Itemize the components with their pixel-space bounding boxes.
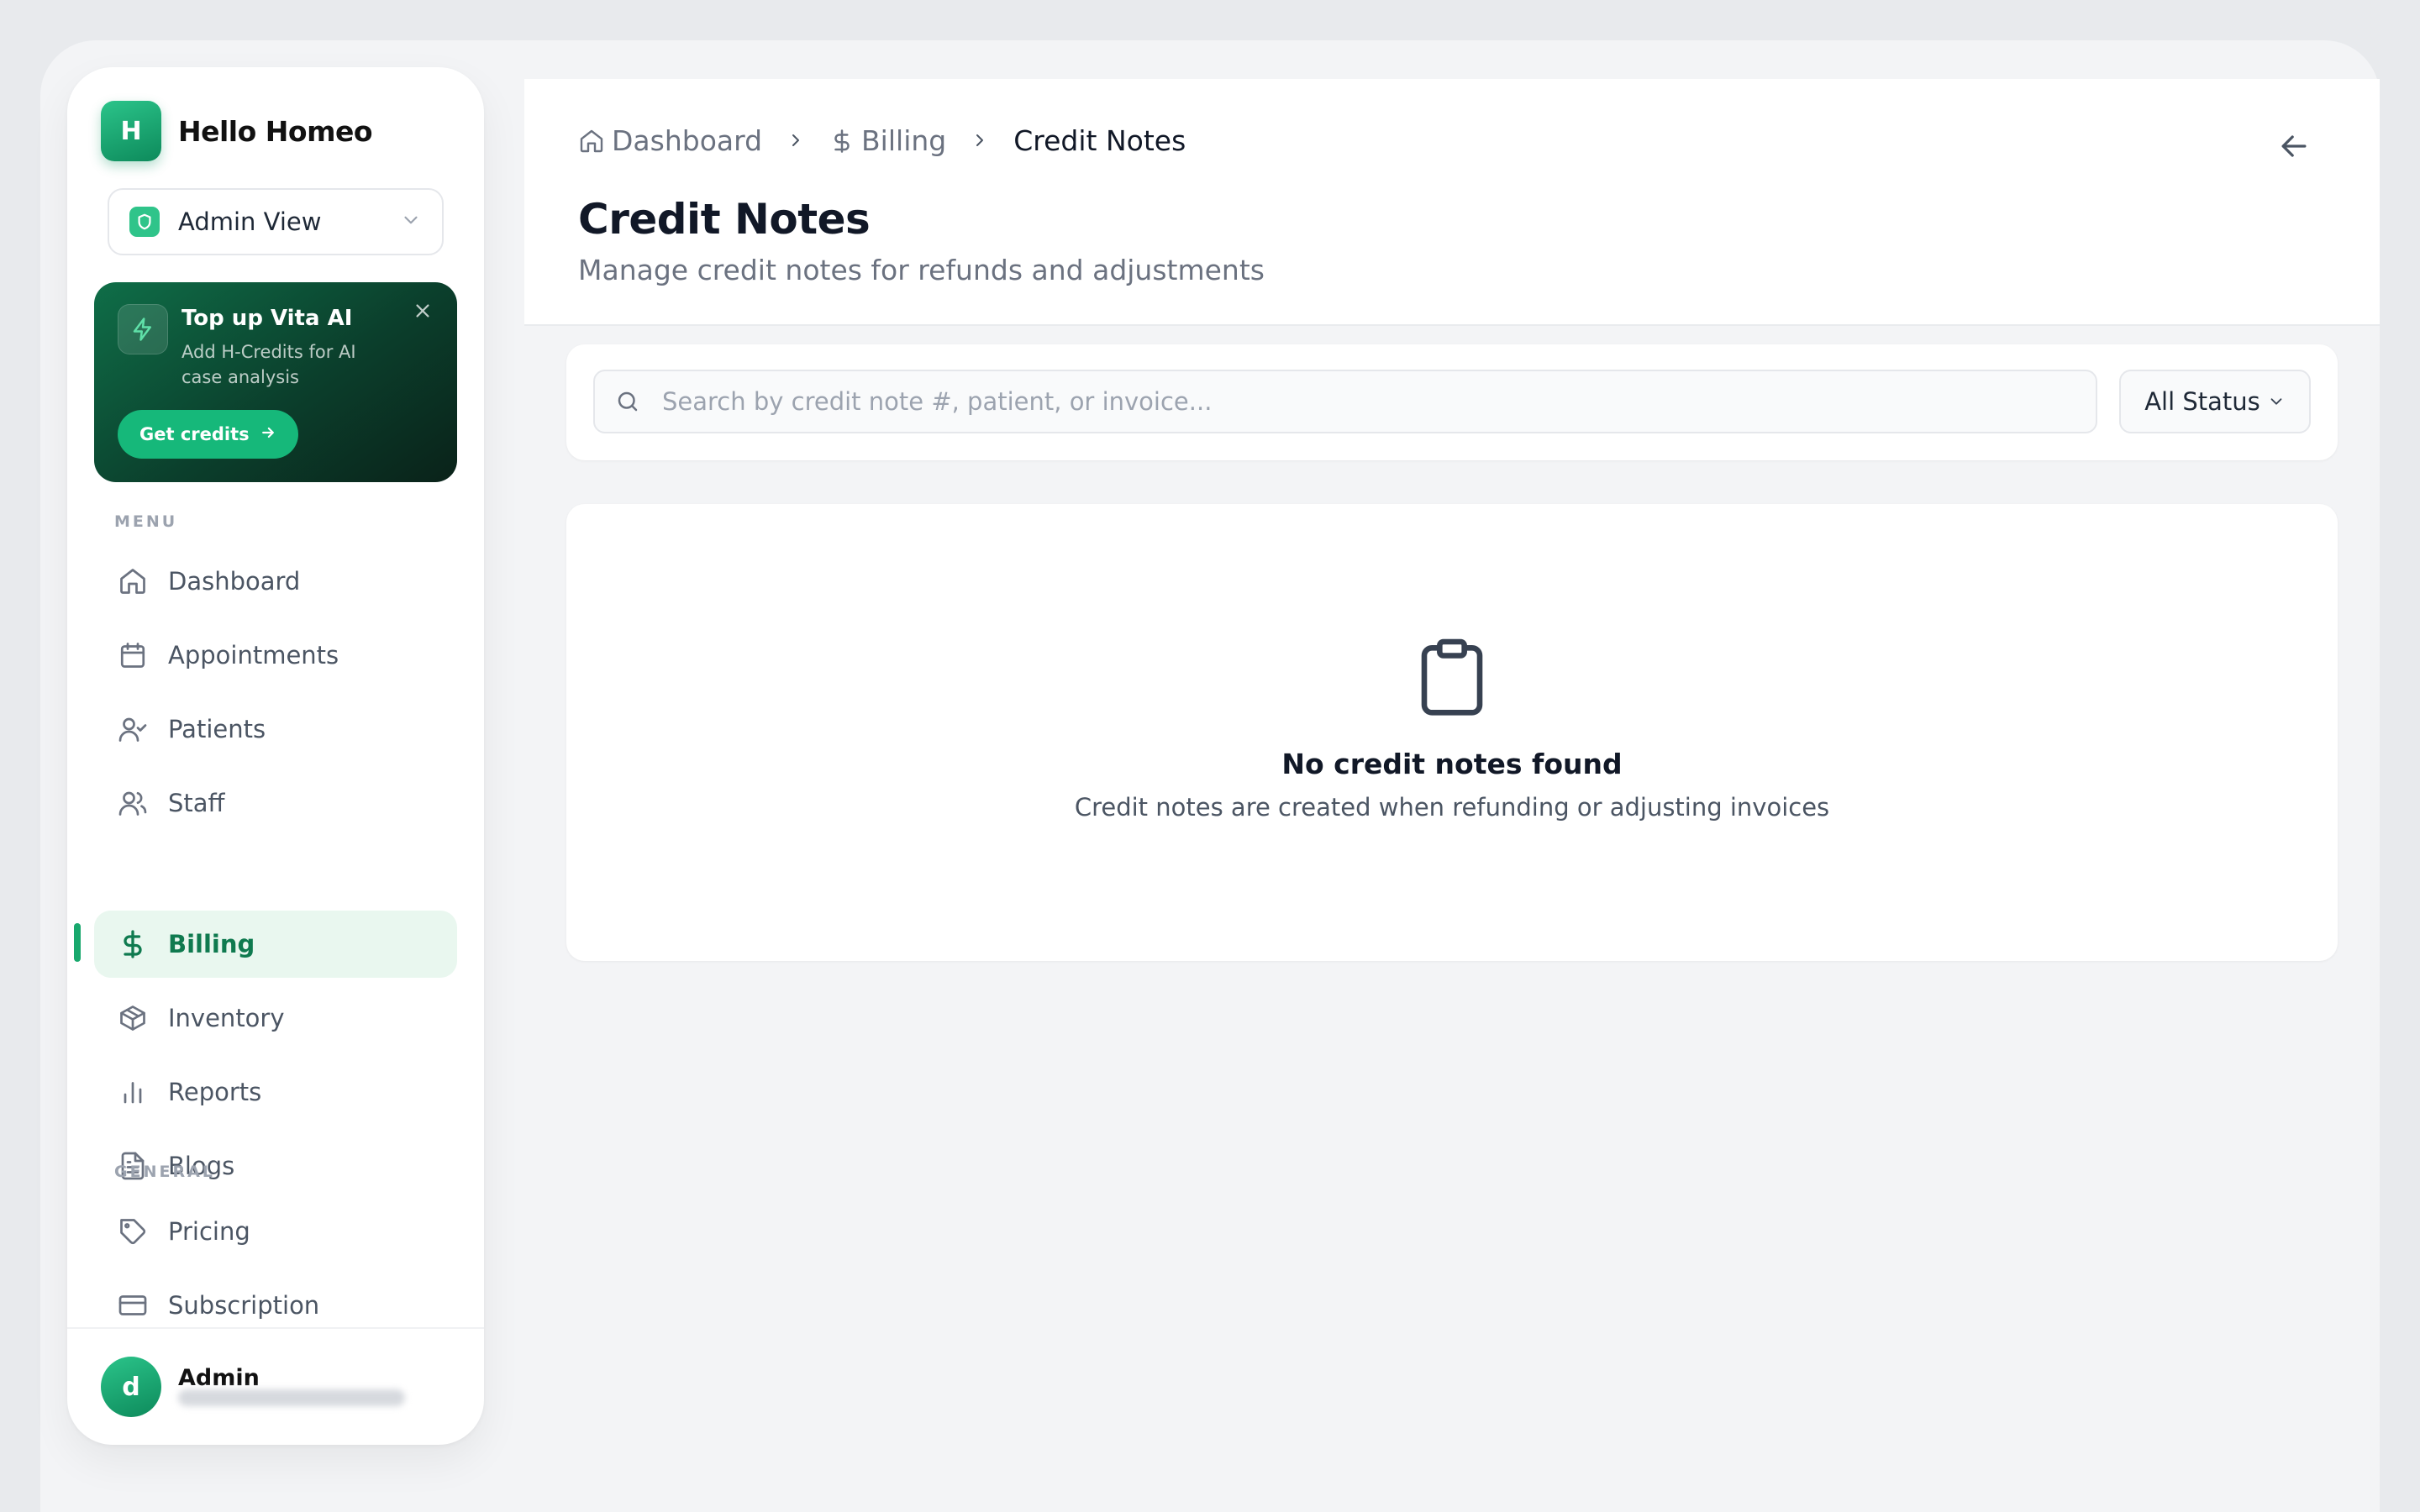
- arrow-left-icon: [2281, 135, 2307, 157]
- active-indicator: [74, 923, 81, 962]
- sidebar-item-label: Dashboard: [168, 567, 301, 596]
- clipboard-icon: [1421, 638, 1483, 716]
- sidebar-item-label: Reports: [168, 1078, 262, 1106]
- chevron-right-icon: [970, 124, 990, 157]
- chevron-down-icon: [400, 209, 422, 234]
- status-filter-select[interactable]: All Status: [2119, 370, 2311, 433]
- users-icon: [118, 791, 147, 816]
- breadcrumb-billing[interactable]: Billing: [829, 124, 946, 157]
- breadcrumb: Dashboard Billing Credit Notes: [578, 124, 1186, 157]
- status-filter-label: All Status: [2144, 387, 2260, 416]
- shield-icon: [129, 207, 160, 237]
- sidebar: H Hello Homeo Admin View Top up Vita AI …: [67, 67, 484, 1445]
- search-placeholder: Search by credit note #, patient, or inv…: [662, 387, 1213, 416]
- sidebar-item-staff[interactable]: Staff: [94, 769, 457, 837]
- breadcrumb-label: Dashboard: [612, 124, 763, 157]
- search-icon: [618, 391, 638, 412]
- sidebar-item-inventory[interactable]: Inventory: [94, 984, 457, 1052]
- view-selector[interactable]: Admin View: [108, 188, 444, 255]
- sidebar-item-label: Billing: [168, 930, 255, 958]
- sidebar-item-label: Pricing: [168, 1217, 250, 1246]
- home-icon: [120, 569, 145, 594]
- tag-icon: [120, 1219, 146, 1245]
- user-check-icon: [118, 717, 147, 742]
- sidebar-item-label: Patients: [168, 715, 266, 743]
- brand-logo: H: [101, 101, 161, 161]
- promo-description: Add H-Credits for AI case analysis: [182, 342, 356, 387]
- page-header: Dashboard Billing Credit Notes Credit No…: [524, 79, 2380, 326]
- brand-name: Hello Homeo: [178, 114, 373, 148]
- breadcrumb-dashboard[interactable]: Dashboard: [578, 124, 762, 157]
- sidebar-item-appointments[interactable]: Appointments: [94, 622, 457, 689]
- page-subtitle: Manage credit notes for refunds and adju…: [578, 254, 1265, 286]
- empty-state-title: No credit notes found: [1281, 748, 1623, 780]
- chevron-right-icon: [786, 124, 806, 157]
- user-profile[interactable]: d Admin: [67, 1327, 484, 1445]
- get-credits-button[interactable]: Get credits: [118, 410, 298, 459]
- sidebar-item-patients[interactable]: Patients: [94, 696, 457, 763]
- avatar: d: [101, 1357, 161, 1417]
- breadcrumb-credit-notes: Credit Notes: [1013, 124, 1186, 157]
- chevron-down-icon: [2270, 398, 2282, 405]
- page-title: Credit Notes: [578, 195, 871, 244]
- breadcrumb-label: Billing: [861, 124, 947, 157]
- sidebar-item-dashboard[interactable]: Dashboard: [94, 548, 457, 615]
- get-credits-label: Get credits: [139, 424, 250, 444]
- arrow-right-icon: [260, 424, 276, 445]
- package-icon: [120, 1005, 145, 1031]
- general-section-label: GENERAL: [114, 1163, 215, 1181]
- empty-state-description: Credit notes are created when refunding …: [1074, 793, 1830, 822]
- sidebar-item-pricing[interactable]: Pricing: [94, 1198, 457, 1265]
- calendar-icon: [120, 643, 145, 668]
- sidebar-item-billing[interactable]: Billing: [94, 911, 457, 978]
- back-button[interactable]: [2275, 128, 2312, 165]
- promo-title: Top up Vita AI: [182, 306, 353, 331]
- sidebar-item-label: Inventory: [168, 1004, 285, 1032]
- credit-card-icon: [118, 1295, 147, 1315]
- bar-chart-icon: [124, 1082, 142, 1104]
- lightning-icon: [118, 304, 168, 354]
- sidebar-item-label: Staff: [168, 789, 225, 817]
- sidebar-item-label: Subscription: [168, 1291, 320, 1320]
- sidebar-item-reports[interactable]: Reports: [94, 1058, 457, 1126]
- close-icon[interactable]: [413, 301, 432, 324]
- breadcrumb-label: Credit Notes: [1013, 124, 1186, 157]
- home-icon: [580, 129, 603, 152]
- user-name: Admin: [178, 1364, 260, 1391]
- promo-card: Top up Vita AI Add H-Credits for AI case…: [94, 282, 457, 482]
- sidebar-item-label: Appointments: [168, 641, 339, 669]
- dollar-icon: [834, 129, 850, 153]
- view-selector-label: Admin View: [178, 207, 322, 236]
- menu-section-label: MENU: [114, 512, 178, 531]
- brand[interactable]: H Hello Homeo: [101, 101, 373, 161]
- empty-state: No credit notes found Credit notes are c…: [566, 504, 2338, 961]
- filter-bar: Search by credit note #, patient, or inv…: [566, 344, 2338, 460]
- dollar-icon: [124, 930, 142, 958]
- search-input[interactable]: Search by credit note #, patient, or inv…: [593, 370, 2097, 433]
- user-email-redacted: [178, 1389, 405, 1406]
